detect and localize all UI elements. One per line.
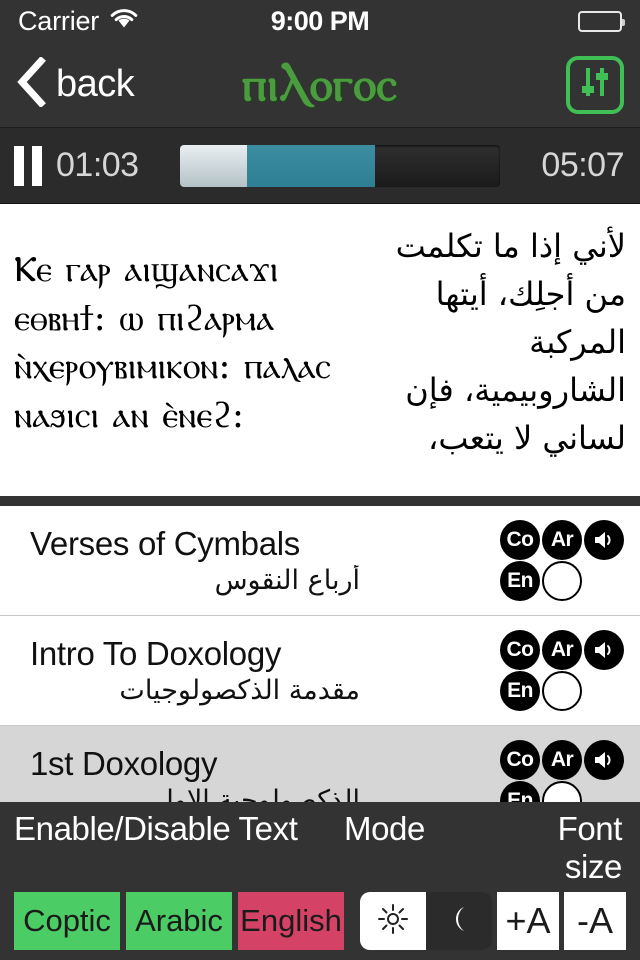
hymn-title-arabic: أرباع النقوس xyxy=(214,565,360,596)
progress-slider[interactable] xyxy=(180,144,500,187)
arabic-text-column: لأني إذا ما تكلمت من أجلِك، أيتها المركب… xyxy=(371,204,640,496)
pause-button[interactable] xyxy=(14,145,42,186)
badge-en[interactable]: En xyxy=(500,671,540,711)
pause-icon-bar-right xyxy=(32,145,42,186)
badge-empty[interactable] xyxy=(542,671,582,711)
sliders-icon xyxy=(578,65,612,104)
coptic-text-column: Ⲕⲉ ⲅⲁⲣ ⲁⲓϣⲁⲛⲥⲁϫⲓ ⲉⲑⲃⲏϯ: ⲱ ⲡⲓϩⲁⲣⲙⲁ ⲛ̀ⲭⲉⲣⲟ… xyxy=(0,204,371,496)
hymn-list[interactable]: Verses of Cymbals أرباع النقوس Co Ar En Intro… xyxy=(0,506,640,802)
progress-played xyxy=(247,144,376,187)
arabic-verse: لأني إذا ما تكلمت من أجلِك، أيتها المركب… xyxy=(395,227,627,457)
panel-divider xyxy=(0,496,640,506)
hymn-badge-group: Co Ar En xyxy=(500,740,624,802)
badge-empty[interactable] xyxy=(542,561,582,601)
audio-player-bar: 01:03 05:07 xyxy=(0,128,640,204)
sun-icon xyxy=(378,903,408,939)
carrier-label: Carrier xyxy=(18,5,100,36)
hymn-title-arabic: مقدمة الذكصولوجيات xyxy=(119,675,360,706)
font-decrease-button[interactable]: -A xyxy=(564,892,626,950)
font-size-label: Font size xyxy=(557,810,623,885)
hymn-row[interactable]: Intro To Doxology مقدمة الذكصولوجيات Co Ar E… xyxy=(0,616,640,726)
back-button-label: back xyxy=(56,63,135,105)
toolbar-controls: Coptic Arabic English +A -A xyxy=(14,892,626,950)
badge-ar[interactable]: Ar xyxy=(542,520,582,560)
language-toggle-group: Coptic Arabic English xyxy=(14,892,344,950)
font-increase-button[interactable]: +A xyxy=(497,892,559,950)
mode-label: Mode xyxy=(344,810,425,847)
hymn-titles: Verses of Cymbals أرباع النقوس xyxy=(30,525,488,596)
speaker-icon[interactable] xyxy=(584,520,624,560)
settings-button[interactable] xyxy=(566,55,624,114)
status-bar-left: Carrier xyxy=(18,6,139,37)
elapsed-time: 01:03 xyxy=(56,146,139,184)
toolbar-labels: Enable/Disable Text Mode Font size xyxy=(14,810,626,886)
hymn-titles: Intro To Doxology مقدمة الذكصولوجيات xyxy=(30,635,488,706)
language-toggle-coptic[interactable]: Coptic xyxy=(14,892,120,950)
hymn-title-english: Verses of Cymbals xyxy=(30,525,301,562)
hymn-text-panel[interactable]: Ⲕⲉ ⲅⲁⲣ ⲁⲓϣⲁⲛⲥⲁϫⲓ ⲉⲑⲃⲏϯ: ⲱ ⲡⲓϩⲁⲣⲙⲁ ⲛ̀ⲭⲉⲣⲟ… xyxy=(0,204,640,496)
status-bar-right xyxy=(578,10,625,32)
battery-icon xyxy=(578,10,625,32)
speaker-icon[interactable] xyxy=(584,630,624,670)
total-time: 05:07 xyxy=(541,146,624,184)
badge-co[interactable]: Co xyxy=(500,630,540,670)
chevron-left-icon xyxy=(16,56,46,112)
mode-light-option[interactable] xyxy=(360,892,426,950)
mode-night-option[interactable] xyxy=(426,892,492,950)
hymn-row[interactable]: 1st Doxology الذكصولوجية الاولي Co Ar En xyxy=(0,726,640,802)
app-logo-text: ⲡⲓⲖⲟⲅⲟⲥ xyxy=(242,56,398,111)
app-root: Carrier 9:00 PM back ⲡⲓⲖⲟⲅⲟⲥ 01:03 05:07… xyxy=(0,0,640,960)
progress-buffered xyxy=(180,144,248,187)
hymn-title-english: 1st Doxology xyxy=(30,745,218,782)
hymn-badge-group: Co Ar En xyxy=(500,630,624,711)
hymn-titles: 1st Doxology الذكصولوجية الاولي xyxy=(30,745,488,802)
enable-disable-text-label: Enable/Disable Text xyxy=(14,810,298,847)
badge-co[interactable]: Co xyxy=(500,740,540,780)
bottom-toolbar: Enable/Disable Text Mode Font size Copti… xyxy=(0,802,640,960)
language-toggle-english[interactable]: English xyxy=(238,892,344,950)
hymn-title-english: Intro To Doxology xyxy=(30,635,282,672)
badge-ar[interactable]: Ar xyxy=(542,630,582,670)
badge-en[interactable]: En xyxy=(500,561,540,601)
coptic-verse: Ⲕⲉ ⲅⲁⲣ ⲁⲓϣⲁⲛⲥⲁϫⲓ ⲉⲑⲃⲏϯ: ⲱ ⲡⲓϩⲁⲣⲙⲁ ⲛ̀ⲭⲉⲣⲟ… xyxy=(14,249,331,436)
speaker-icon[interactable] xyxy=(584,740,624,780)
hymn-badge-group: Co Ar En xyxy=(500,520,624,601)
mode-toggle[interactable] xyxy=(360,892,492,950)
nav-bar: back ⲡⲓⲖⲟⲅⲟⲥ xyxy=(0,42,640,128)
language-toggle-arabic[interactable]: Arabic xyxy=(126,892,232,950)
badge-ar[interactable]: Ar xyxy=(542,740,582,780)
badge-co[interactable]: Co xyxy=(500,520,540,560)
badge-en[interactable]: En xyxy=(500,781,540,802)
wifi-icon xyxy=(109,8,139,35)
hymn-title-arabic: الذكصولوجية الاولي xyxy=(143,785,360,802)
pause-icon-bar-left xyxy=(14,145,24,186)
moon-icon xyxy=(444,904,474,939)
back-button[interactable]: back xyxy=(16,56,135,112)
font-size-group: +A -A xyxy=(497,892,626,950)
badge-empty[interactable] xyxy=(542,781,582,802)
hymn-row[interactable]: Verses of Cymbals أرباع النقوس Co Ar En xyxy=(0,506,640,616)
status-bar: Carrier 9:00 PM xyxy=(0,0,640,42)
